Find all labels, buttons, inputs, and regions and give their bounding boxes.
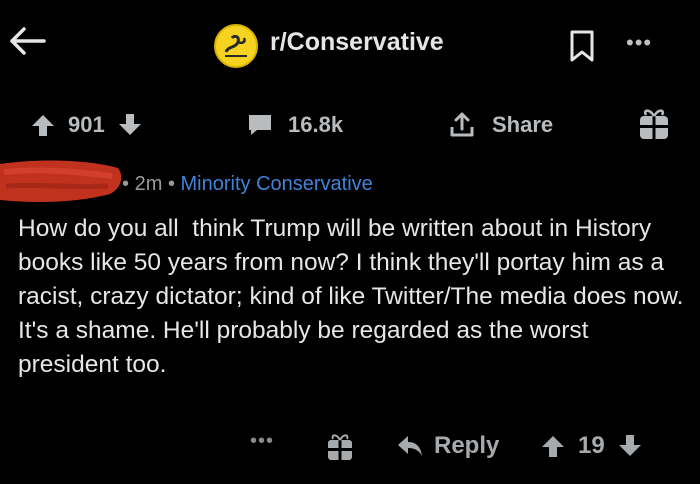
reply-button[interactable]: Reply [396,432,499,460]
comment-award-icon[interactable] [326,432,354,462]
comment-upvote-icon[interactable] [540,433,566,459]
user-flair[interactable]: Minority Conservative [181,173,373,195]
meta-separator: • [122,173,130,195]
comment-icon [249,115,271,135]
comment-meta: • 2m • Minority Conservative [122,173,373,196]
upvote-icon[interactable] [30,112,56,138]
comment-vote-group: 19 [540,432,643,460]
meta-separator: • [167,173,175,195]
award-icon[interactable] [637,106,671,142]
post-vote-count: 901 [68,112,105,137]
comment-count: 16.8k [288,112,344,137]
back-arrow-icon[interactable] [8,26,46,56]
comment-body: How do you all think Trump will be writt… [18,215,691,378]
downvote-icon[interactable] [117,112,143,138]
comments-button[interactable]: 16.8k [246,110,343,140]
subreddit-title[interactable]: r/Conservative [270,28,444,57]
reply-label: Reply [434,432,500,459]
comment-more-options-icon[interactable]: ••• [250,430,274,453]
bookmark-icon[interactable] [566,28,598,64]
share-icon [450,112,474,137]
comment-downvote-icon[interactable] [617,433,643,459]
share-label: Share [492,112,554,137]
more-options-icon[interactable]: ••• [626,30,652,56]
comment-vote-count: 19 [578,432,605,459]
post-vote-group: 901 [30,110,143,140]
share-button[interactable]: Share [448,110,553,140]
subreddit-icon[interactable] [214,24,258,68]
reply-icon [398,436,422,456]
redacted-username [0,150,130,210]
comment-age: 2m [134,173,163,195]
